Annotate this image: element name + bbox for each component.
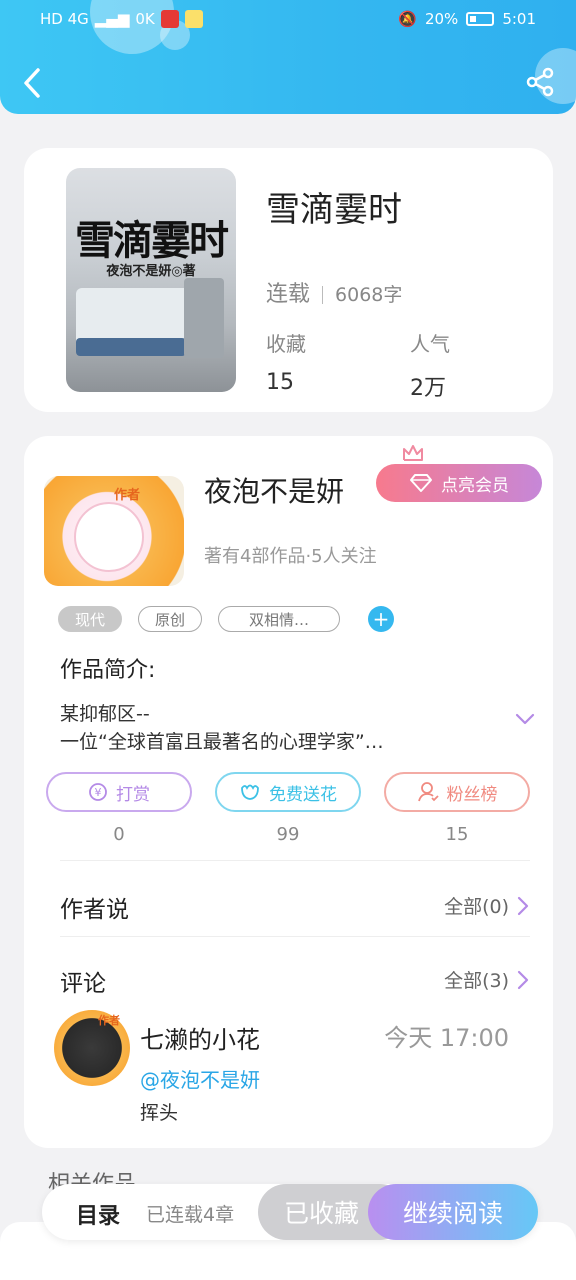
book-info-card: 雪滴霎时 夜泡不是妍◎著 雪滴霎时 连载 6068字 收藏 15 人气 2万 xyxy=(24,148,553,412)
book-title: 雪滴霎时 xyxy=(266,190,402,230)
author-tag: 作者 xyxy=(114,488,141,503)
flower-count: 99 xyxy=(276,824,300,845)
divider xyxy=(60,936,530,937)
tag-chip[interactable]: 原创 xyxy=(138,606,202,632)
share-button[interactable] xyxy=(524,66,556,98)
intro-label: 作品简介: xyxy=(60,658,156,683)
intro-line: 某抑郁区-- xyxy=(60,703,150,725)
send-flower-button[interactable]: 免费送花 xyxy=(215,772,361,812)
serial-info: 已连载4章 xyxy=(146,1204,235,1226)
book-cover[interactable]: 雪滴霎时 夜泡不是妍◎著 xyxy=(66,168,236,392)
plus-icon: + xyxy=(372,607,390,631)
divider xyxy=(60,860,530,861)
chevron-right-icon xyxy=(517,896,529,915)
author-summary: 著有4部作品·5人关注 xyxy=(204,546,377,567)
intro-line: 一位“全球首富且最著名的心理学家”… xyxy=(60,731,384,753)
author-says-title: 作者说 xyxy=(60,897,129,923)
comments-more[interactable]: 全部(3) xyxy=(444,966,529,993)
author-says-more[interactable]: 全部(0) xyxy=(444,892,529,919)
clock: 5:01 xyxy=(502,10,536,28)
book-status: 连载 6068字 xyxy=(266,276,402,308)
cover-art xyxy=(184,278,224,358)
fan-ranking-button[interactable]: 粉丝榜 xyxy=(384,772,530,812)
battery-icon xyxy=(466,12,495,26)
divider xyxy=(322,286,324,304)
vip-button-label: 点亮会员 xyxy=(441,475,509,496)
back-arrow-icon xyxy=(24,68,40,98)
tag-chip[interactable]: 现代 xyxy=(58,606,122,632)
tip-button[interactable]: ¥ 打赏 xyxy=(46,772,192,812)
tip-button-label: 打赏 xyxy=(116,784,150,805)
commenter-tag: 作者 xyxy=(98,1014,120,1027)
chevron-right-icon xyxy=(517,970,529,989)
toc-button[interactable]: 目录 xyxy=(76,1198,120,1230)
status-bar: HD 4G ▂▄▆ 0K 🔕 20% 5:01 xyxy=(0,8,576,32)
network-indicator: HD 4G xyxy=(40,10,89,28)
author-avatar[interactable]: 作者 xyxy=(44,476,184,586)
serial-status: 连载 xyxy=(266,282,311,307)
app-notification-icon xyxy=(184,10,203,28)
chevron-down-icon[interactable] xyxy=(515,712,535,726)
cover-author: 夜泡不是妍◎著 xyxy=(106,264,196,279)
net-speed: 0K xyxy=(135,10,155,28)
add-tag-button[interactable]: + xyxy=(368,606,394,632)
popularity-label: 人气 xyxy=(410,332,450,356)
commenter-name[interactable]: 七濑的小花 xyxy=(140,1020,260,1055)
commenter-avatar[interactable]: 作者 xyxy=(54,1010,130,1086)
favorites-label: 收藏 xyxy=(266,332,306,356)
flower-icon xyxy=(241,784,259,800)
comment-time: 今天 17:00 xyxy=(384,1024,509,1052)
fan-icon xyxy=(417,782,439,802)
signal-icon: ▂▄▆ xyxy=(94,10,130,28)
cover-art xyxy=(76,338,186,356)
share-icon xyxy=(526,67,554,97)
bottom-action-bar: 目录 已连载4章 已收藏 继续阅读 xyxy=(42,1184,538,1240)
author-name[interactable]: 夜泡不是妍 xyxy=(204,470,344,510)
tag-chip[interactable]: 双相情… xyxy=(218,606,340,632)
vip-button[interactable]: 点亮会员 xyxy=(376,464,542,502)
mute-icon: 🔕 xyxy=(398,10,417,28)
continue-reading-button[interactable]: 继续阅读 xyxy=(368,1184,538,1240)
fan-ranking-label: 粉丝榜 xyxy=(446,784,498,805)
comments-title: 评论 xyxy=(60,971,106,997)
tip-count: 0 xyxy=(113,824,125,845)
top-header: HD 4G ▂▄▆ 0K 🔕 20% 5:01 xyxy=(0,0,576,114)
back-button[interactable] xyxy=(18,66,48,100)
favorited-label: 已收藏 xyxy=(284,1199,360,1228)
comments-count: 全部(3) xyxy=(444,970,509,992)
avatar-face xyxy=(74,502,144,572)
fan-count: 15 xyxy=(445,824,469,845)
word-count: 6068字 xyxy=(335,284,403,306)
detail-card: 作者 夜泡不是妍 点亮会员 著有4部作品·5人关注 现代 原创 双相情… + 作… xyxy=(24,436,553,1148)
crown-icon xyxy=(403,445,423,461)
battery-percent: 20% xyxy=(424,10,459,28)
svg-text:¥: ¥ xyxy=(95,786,102,799)
favorites-value: 15 xyxy=(266,370,294,395)
diamond-icon xyxy=(410,474,432,492)
comment-mention[interactable]: @夜泡不是妍 xyxy=(140,1064,260,1093)
send-flower-label: 免费送花 xyxy=(269,784,337,805)
cover-title: 雪滴霎时 xyxy=(75,217,229,264)
comment-text: 挥头 xyxy=(140,1102,179,1124)
continue-reading-label: 继续阅读 xyxy=(402,1199,503,1228)
coin-icon: ¥ xyxy=(89,783,107,801)
intro-text[interactable]: 某抑郁区-- 一位“全球首富且最著名的心理学家”… xyxy=(60,700,500,756)
popularity-value: 2万 xyxy=(410,376,446,401)
author-says-count: 全部(0) xyxy=(444,896,509,918)
app-notification-icon xyxy=(160,10,179,28)
